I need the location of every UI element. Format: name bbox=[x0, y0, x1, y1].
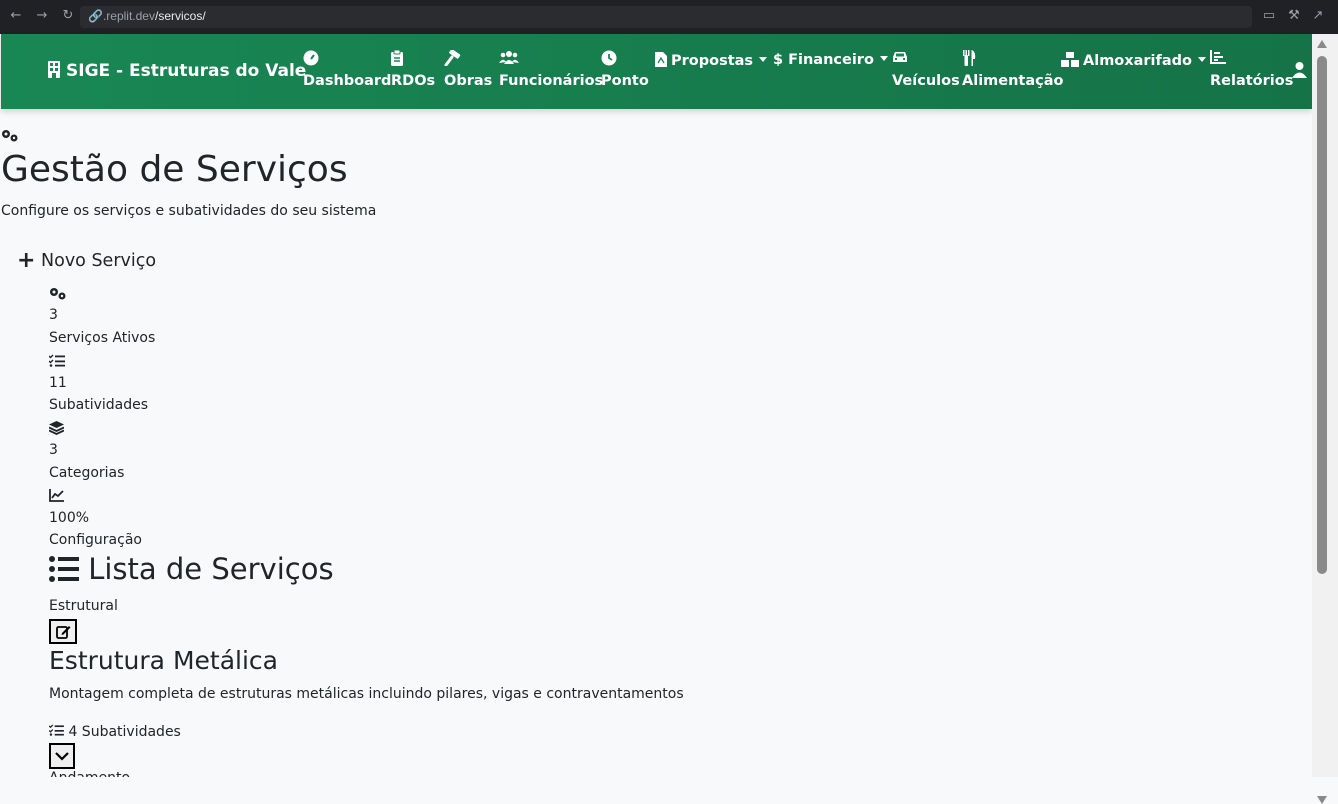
stat-value-subactivities: 11 bbox=[49, 375, 67, 391]
service-category: Estrutural bbox=[49, 598, 118, 614]
nav-obras[interactable]: Obras bbox=[444, 49, 492, 89]
edit-service-button[interactable] bbox=[49, 619, 77, 644]
file-pdf-icon bbox=[655, 52, 667, 67]
scroll-up-arrow[interactable] bbox=[1317, 40, 1327, 48]
nav-ponto[interactable]: Ponto bbox=[601, 50, 649, 89]
address-bar[interactable]: 🔗.replit.dev/servicos/ bbox=[80, 6, 1252, 28]
chevron-down-icon bbox=[55, 751, 69, 761]
new-service-button[interactable]: + Novo Serviço bbox=[17, 248, 156, 273]
building-icon bbox=[48, 61, 60, 78]
nav-funcionarios[interactable]: Funcionários bbox=[499, 50, 603, 89]
nav-alimentacao[interactable]: Alimentação bbox=[962, 50, 1064, 89]
stat-value-configuration: 100% bbox=[49, 510, 90, 526]
users-icon bbox=[499, 51, 519, 64]
url-text: 🔗.replit.dev/servicos/ bbox=[88, 9, 206, 23]
next-item-partial: Andamento bbox=[49, 770, 130, 777]
stat-label-categories: Categorias bbox=[49, 465, 125, 481]
scroll-thumb[interactable] bbox=[1317, 56, 1327, 574]
user-icon bbox=[1292, 62, 1307, 78]
cast-icon[interactable]: ▭ bbox=[1262, 9, 1276, 23]
page-subtitle: Configure os serviços e subatividades do… bbox=[1, 203, 377, 219]
services-list-heading: Lista de Serviços bbox=[49, 552, 334, 586]
nav-veiculos[interactable]: Veículos bbox=[892, 50, 960, 89]
stat-value-categories: 3 bbox=[49, 442, 58, 458]
reload-icon[interactable]: ↻ bbox=[61, 9, 75, 23]
back-icon[interactable]: ← bbox=[9, 9, 23, 23]
edit-icon bbox=[55, 626, 70, 639]
stat-value-services: 3 bbox=[49, 307, 58, 323]
chart-line-icon bbox=[49, 489, 64, 502]
boxes-icon bbox=[1061, 52, 1079, 67]
nav-almoxarifado-dropdown[interactable]: Almoxarifado bbox=[1061, 52, 1206, 69]
forward-icon[interactable]: → bbox=[35, 9, 49, 23]
chevron-down-icon bbox=[1197, 57, 1206, 62]
nav-relatorios[interactable]: Relatórios bbox=[1210, 50, 1293, 89]
top-navbar: SIGE - Estruturas do Vale Dashboard RDOs… bbox=[1, 34, 1312, 109]
chart-icon bbox=[1210, 50, 1226, 64]
service-description: Montagem completa de estruturas metálica… bbox=[49, 686, 684, 702]
service-name: Estrutura Metálica bbox=[49, 646, 278, 675]
list-check-icon bbox=[49, 354, 65, 367]
page-scrollbar[interactable] bbox=[1312, 34, 1338, 804]
hammer-icon bbox=[444, 49, 461, 67]
stat-label-subactivities: Subatividades bbox=[49, 397, 149, 413]
gauge-icon bbox=[303, 50, 319, 66]
dollar-icon: $ bbox=[773, 52, 784, 68]
user-menu[interactable] bbox=[1292, 62, 1307, 82]
plus-icon: + bbox=[17, 248, 36, 273]
open-external-icon[interactable]: ↗ bbox=[1311, 9, 1325, 23]
chevron-down-icon bbox=[879, 56, 888, 61]
expand-service-button[interactable] bbox=[49, 743, 75, 769]
nav-financeiro-dropdown[interactable]: $ Financeiro bbox=[773, 52, 888, 68]
utensils-icon bbox=[963, 50, 976, 66]
nav-propostas-dropdown[interactable]: Propostas bbox=[655, 52, 768, 69]
clipboard-icon bbox=[391, 49, 403, 66]
nav-dashboard[interactable]: Dashboard bbox=[303, 50, 391, 89]
devtools-icon[interactable]: ⚒ bbox=[1287, 9, 1301, 23]
cogs-icon bbox=[2, 130, 18, 142]
cogs-icon bbox=[50, 288, 66, 300]
stat-label-configuration: Configuração bbox=[49, 532, 142, 548]
clock-icon bbox=[601, 50, 617, 66]
browser-toolbar: ← → ↻ 🔗.replit.dev/servicos/ ▭ ⚒ ↗ bbox=[0, 0, 1338, 34]
layers-icon bbox=[49, 421, 64, 435]
list-icon bbox=[49, 556, 79, 582]
page-title: Gestão de Serviços bbox=[1, 149, 348, 190]
car-icon bbox=[893, 52, 907, 62]
service-subactivities-count: 4 Subatividades bbox=[48, 724, 181, 740]
brand[interactable]: SIGE - Estruturas do Vale bbox=[47, 61, 306, 81]
nav-rdos[interactable]: RDOs bbox=[391, 49, 435, 89]
chevron-down-icon bbox=[759, 57, 768, 62]
stat-label-services: Serviços Ativos bbox=[49, 330, 156, 346]
list-check-icon bbox=[48, 724, 64, 736]
scroll-down-arrow[interactable] bbox=[1317, 796, 1327, 804]
